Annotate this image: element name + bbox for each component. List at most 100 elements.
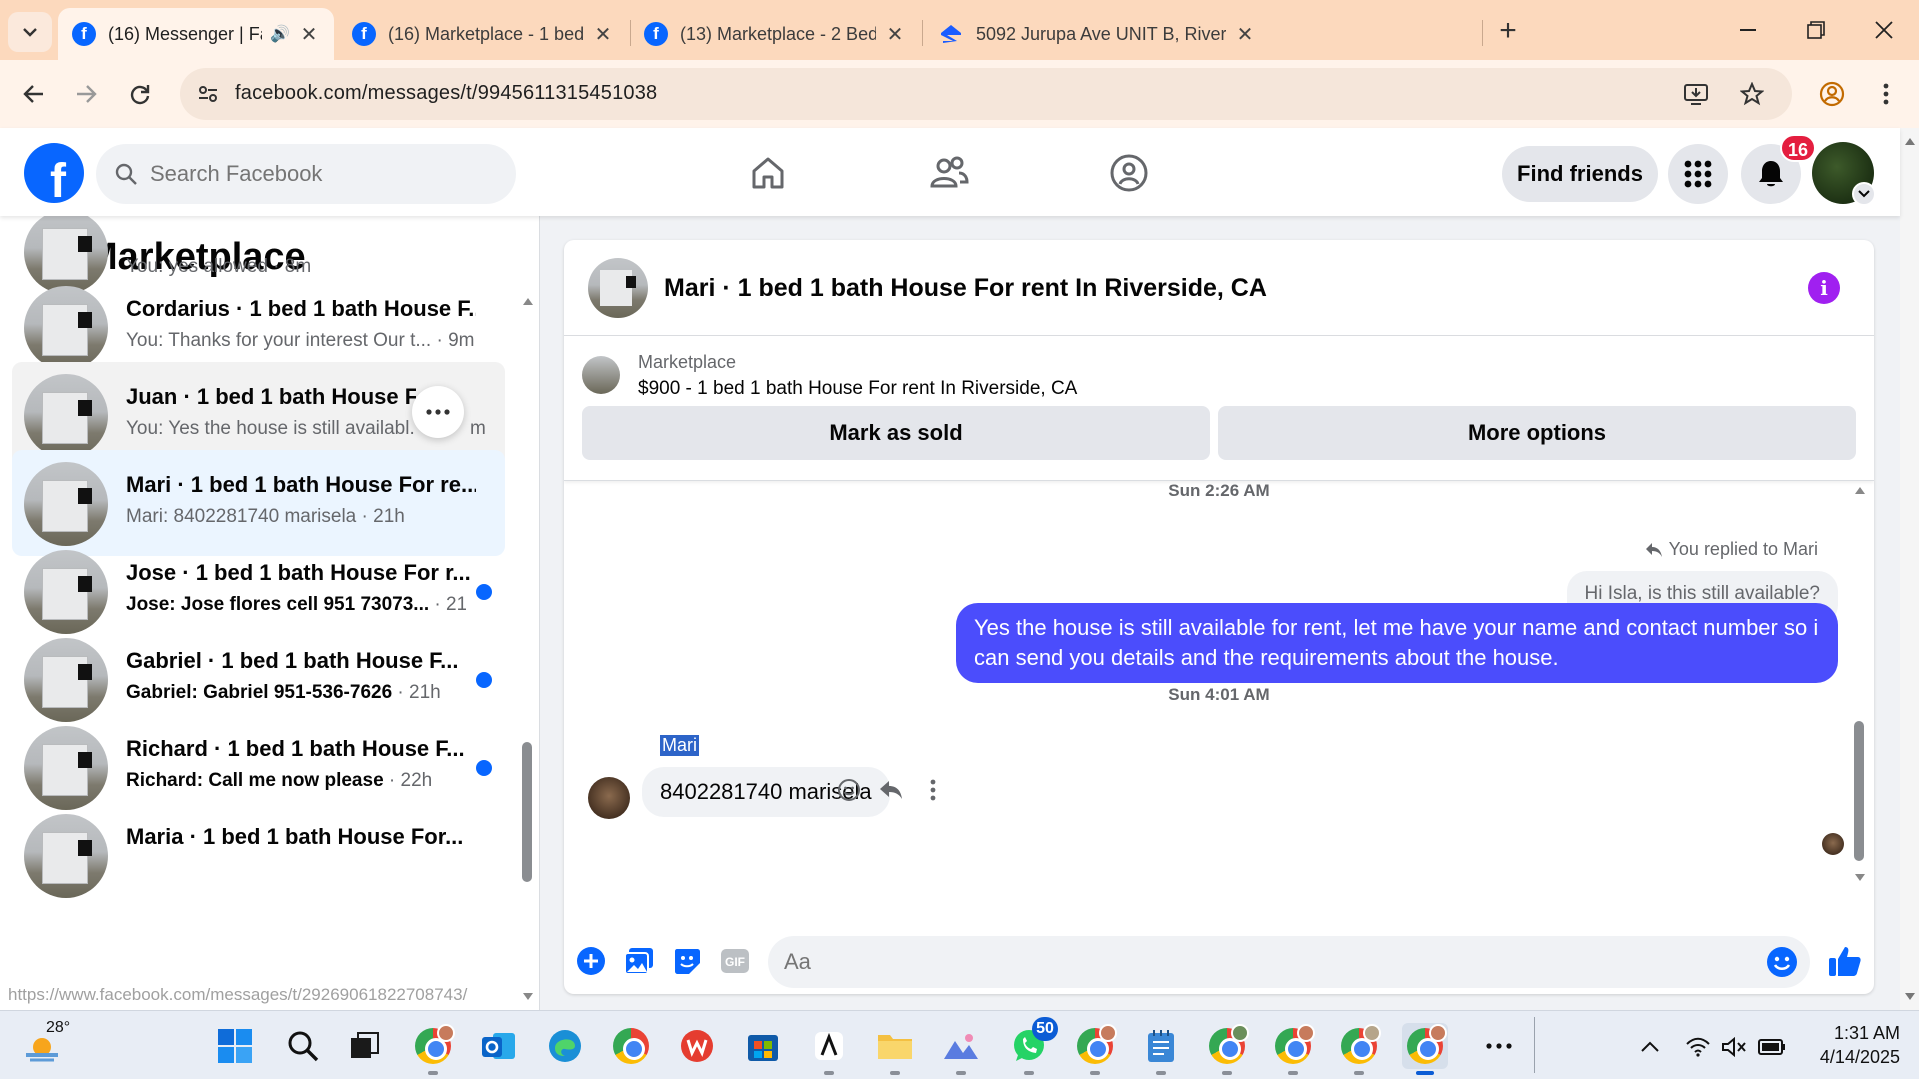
sidebar-scrollbar[interactable] xyxy=(522,296,534,996)
taskbar-overflow-button[interactable] xyxy=(1476,1023,1522,1069)
microsoft-store-icon xyxy=(748,1035,778,1061)
unread-indicator xyxy=(476,760,492,776)
like-button[interactable] xyxy=(1828,944,1862,978)
address-bar[interactable]: facebook.com/messages/t/9945611315451038 xyxy=(180,68,1792,120)
taskbar-chrome-5[interactable] xyxy=(1270,1023,1316,1075)
message-input-box[interactable] xyxy=(768,936,1810,988)
taskbar-store[interactable] xyxy=(740,1023,786,1069)
mark-as-sold-button[interactable]: Mark as sold xyxy=(582,406,1210,460)
conversation-title[interactable]: Mari · 1 bed 1 bath House For rent In Ri… xyxy=(664,274,1267,303)
groups-nav[interactable] xyxy=(1104,148,1154,198)
listing-title[interactable]: $900 - 1 bed 1 bath House For rent In Ri… xyxy=(638,378,1077,400)
back-button[interactable] xyxy=(14,74,54,114)
emoji-icon[interactable] xyxy=(1766,946,1798,978)
tab-marketplace-1[interactable]: f (16) Marketplace - 1 bed 1 bath ✕ xyxy=(338,8,628,60)
chrome-icon xyxy=(415,1024,455,1064)
scroll-up-icon[interactable] xyxy=(1904,136,1916,146)
close-tab-icon[interactable]: ✕ xyxy=(298,22,320,47)
message-more-button[interactable] xyxy=(918,775,948,805)
react-button[interactable] xyxy=(834,775,864,805)
gif-button[interactable]: GIF xyxy=(718,944,752,978)
message-scrollbar[interactable] xyxy=(1852,481,1868,931)
page-scrollbar[interactable] xyxy=(1900,128,1919,1010)
taskbar-chrome-2[interactable] xyxy=(608,1023,654,1069)
url-text[interactable]: facebook.com/messages/t/9945611315451038 xyxy=(235,82,657,105)
facebook-logo[interactable]: f xyxy=(24,143,84,203)
arrow-right-icon xyxy=(77,85,97,103)
taskbar-chrome-3[interactable] xyxy=(1072,1023,1118,1075)
bookmark-star-icon[interactable] xyxy=(1738,80,1766,108)
taskbar-chrome-1[interactable] xyxy=(410,1023,456,1075)
reload-button[interactable] xyxy=(120,74,160,114)
forward-button[interactable] xyxy=(66,74,106,114)
photos-icon xyxy=(944,1034,978,1059)
profile-mini-icon xyxy=(1099,1024,1117,1042)
tab-messenger[interactable]: f (16) Messenger | Facebook 🔊 ✕ xyxy=(58,8,334,60)
tab-marketplace-2[interactable]: f (13) Marketplace - 2 Beds 1 Bat ✕ xyxy=(630,8,920,60)
search-taskbar-button[interactable] xyxy=(280,1023,326,1069)
find-friends-button[interactable]: Find friends xyxy=(1502,146,1658,202)
taskbar-photos[interactable] xyxy=(938,1023,984,1075)
listing-thumbnail[interactable] xyxy=(582,356,620,394)
add-attachment-button[interactable] xyxy=(574,944,608,978)
taskbar-edge[interactable] xyxy=(542,1023,588,1069)
weather-widget[interactable]: 28° xyxy=(24,1019,84,1071)
install-app-icon[interactable] xyxy=(1682,80,1710,108)
taskbar-whatsapp[interactable]: 50 xyxy=(1006,1017,1058,1075)
friends-nav[interactable] xyxy=(924,148,974,198)
close-tab-icon[interactable]: ✕ xyxy=(592,22,614,47)
sender-avatar[interactable] xyxy=(588,777,630,819)
close-tab-icon[interactable]: ✕ xyxy=(884,22,906,47)
restore-button[interactable] xyxy=(1786,10,1846,50)
battery-status[interactable] xyxy=(1756,1033,1788,1061)
taskbar-outlook[interactable] xyxy=(476,1023,522,1069)
timestamp: Sun 2:26 AM xyxy=(1168,481,1270,500)
close-tab-icon[interactable]: ✕ xyxy=(1234,22,1256,47)
facebook-search[interactable] xyxy=(96,144,516,204)
conversation-avatar[interactable] xyxy=(588,258,648,318)
close-window-button[interactable] xyxy=(1854,10,1914,50)
more-options-button[interactable]: More options xyxy=(1218,406,1856,460)
account-chevron[interactable] xyxy=(1852,182,1876,206)
conversation-options-button[interactable] xyxy=(412,386,464,438)
wifi-status[interactable] xyxy=(1682,1033,1714,1061)
new-tab-button[interactable]: + xyxy=(1490,14,1526,50)
profile-button[interactable] xyxy=(1812,74,1852,114)
info-icon[interactable]: i xyxy=(1808,272,1840,304)
scroll-down-icon[interactable] xyxy=(1904,992,1916,1002)
scroll-down-icon[interactable] xyxy=(1854,873,1866,883)
minimize-button[interactable] xyxy=(1718,10,1778,50)
tab-search-button[interactable] xyxy=(8,12,52,52)
conversation-item-partial[interactable]: Maria · 1 bed 1 bath House For... xyxy=(12,802,505,908)
sticker-button[interactable] xyxy=(670,944,704,978)
taskbar-wps[interactable] xyxy=(674,1023,720,1069)
search-input[interactable] xyxy=(150,158,490,190)
site-info-icon[interactable] xyxy=(194,80,222,108)
tab-zillow[interactable]: 5092 Jurupa Ave UNIT B, Riversi ✕ xyxy=(924,8,1480,60)
start-button[interactable] xyxy=(212,1023,258,1069)
task-view-button[interactable] xyxy=(342,1023,388,1069)
scroll-down-icon[interactable] xyxy=(522,992,534,1002)
scroll-up-icon[interactable] xyxy=(1854,485,1866,495)
taskbar-capcut[interactable] xyxy=(806,1023,852,1075)
menu-button[interactable] xyxy=(1668,144,1728,204)
outgoing-message[interactable]: Yes the house is still available for ren… xyxy=(956,603,1838,683)
taskbar-chrome-6[interactable] xyxy=(1336,1023,1382,1075)
taskbar-chrome-active[interactable] xyxy=(1402,1023,1448,1075)
taskbar-chrome-4[interactable] xyxy=(1204,1023,1250,1075)
browser-menu-button[interactable] xyxy=(1866,74,1906,114)
show-hidden-icons-button[interactable] xyxy=(1634,1033,1666,1061)
taskbar-notepad[interactable] xyxy=(1138,1023,1184,1075)
facebook-favicon-icon: f xyxy=(352,22,376,46)
taskbar-file-explorer[interactable] xyxy=(872,1023,918,1075)
system-clock[interactable]: 1:31 AM 4/14/2025 xyxy=(1790,1021,1900,1069)
attach-photo-button[interactable] xyxy=(622,944,656,978)
volume-status[interactable] xyxy=(1718,1033,1750,1061)
speaker-icon[interactable]: 🔊 xyxy=(270,24,290,44)
sidebar-scroll-thumb[interactable] xyxy=(522,742,532,882)
message-input[interactable] xyxy=(784,946,1734,978)
home-nav[interactable] xyxy=(743,148,793,198)
reply-button[interactable] xyxy=(876,775,906,805)
message-scroll-thumb[interactable] xyxy=(1854,721,1864,861)
scroll-up-icon[interactable] xyxy=(522,296,534,306)
